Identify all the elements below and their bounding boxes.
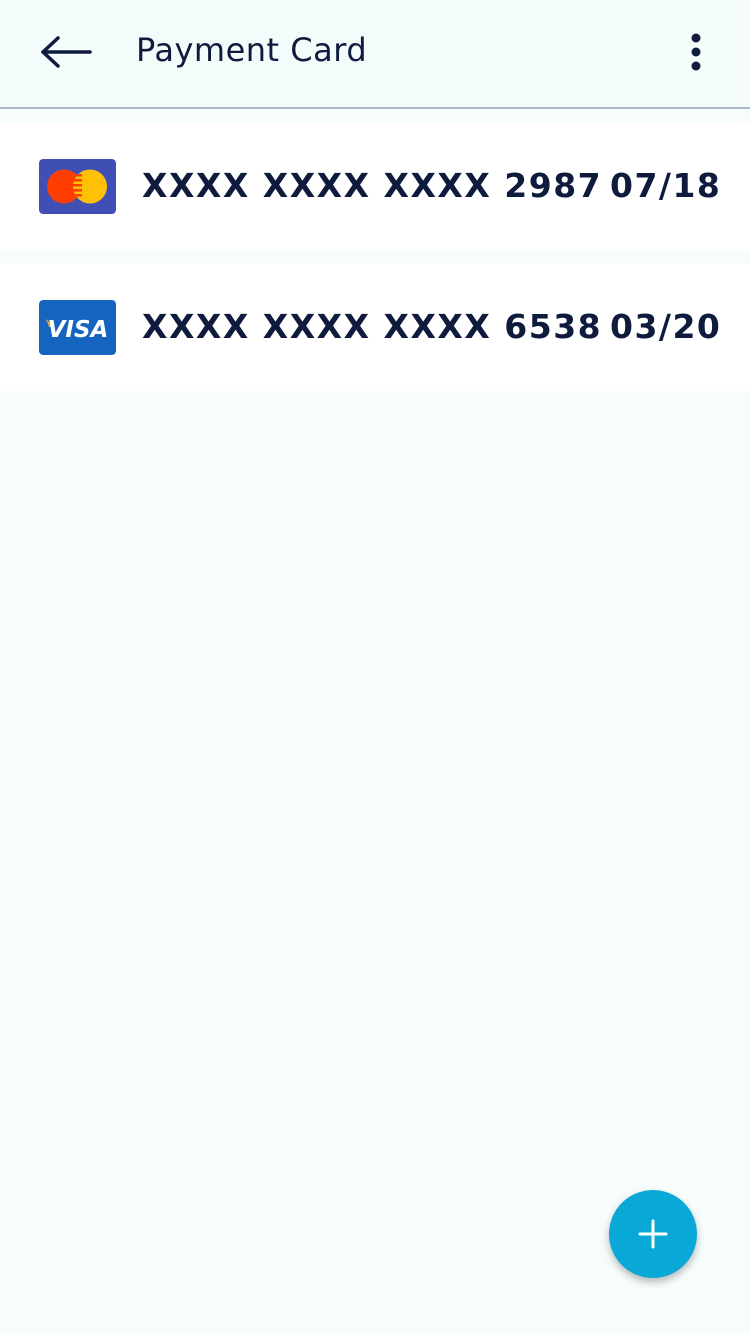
- card-expiry: 03/20: [610, 307, 722, 346]
- mastercard-logo: [39, 159, 116, 214]
- arrow-left-icon: [41, 36, 92, 68]
- card-number: XXXX XXXX XXXX 6538: [142, 307, 603, 346]
- app-bar: Payment Card: [0, 0, 750, 109]
- visa-logo-text: VISA: [48, 317, 109, 343]
- card-number: XXXX XXXX XXXX 2987: [142, 166, 603, 205]
- more-vertical-icon: [691, 33, 701, 71]
- plus-icon: [638, 1219, 668, 1249]
- back-button[interactable]: [36, 32, 96, 72]
- page-title: Payment Card: [136, 31, 368, 69]
- visa-logo: VISA: [39, 300, 116, 355]
- card-row-visa[interactable]: VISA XXXX XXXX XXXX 6538 03/20: [0, 264, 750, 391]
- add-card-button[interactable]: [609, 1190, 697, 1278]
- card-row-mastercard[interactable]: XXXX XXXX XXXX 2987 07/18: [0, 123, 750, 250]
- card-expiry: 07/18: [610, 166, 722, 205]
- more-options-button[interactable]: [676, 28, 716, 78]
